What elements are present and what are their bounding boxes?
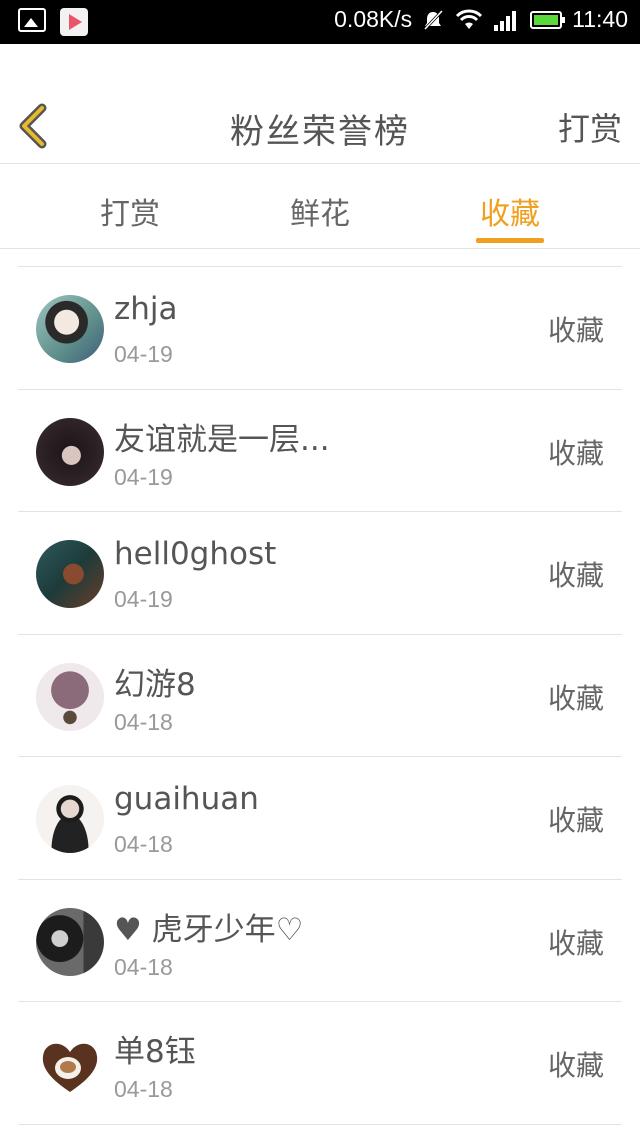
tab-reward[interactable]: 打赏	[80, 189, 180, 233]
list-item[interactable]: zhja 04-19 收藏	[18, 267, 622, 390]
fan-name: hell0ghost	[114, 536, 277, 572]
fan-date: 04-18	[114, 708, 173, 735]
status-indicators: 0.08K/s 11:40	[334, 6, 628, 33]
list-item[interactable]: 单8钰 04-18 收藏	[18, 1002, 622, 1125]
fan-date: 04-18	[114, 953, 173, 980]
wifi-icon	[456, 9, 483, 29]
tab-favorites[interactable]: 收藏	[460, 189, 560, 233]
tab-bar: 打赏 鲜花 收藏	[0, 165, 640, 249]
fan-date: 04-19	[114, 341, 173, 367]
fan-name: 幻游8	[114, 666, 196, 703]
fan-name: zhja	[114, 291, 178, 327]
network-speed: 0.08K/s	[334, 6, 413, 32]
favorite-label: 收藏	[547, 926, 604, 960]
battery-icon	[530, 10, 566, 29]
avatar	[36, 417, 104, 486]
fan-date: 04-18	[114, 1076, 173, 1102]
fan-name: 友谊就是一层...	[114, 421, 330, 458]
fan-name: 单8钰	[114, 1034, 196, 1070]
image-icon	[18, 8, 46, 32]
signal-icon	[494, 9, 520, 31]
fan-list[interactable]: zhja 04-19 收藏 友谊就是一层... 04-19 收藏 hell0gh…	[18, 266, 622, 1125]
fan-date: 04-18	[114, 831, 173, 857]
list-item[interactable]: hell0ghost 04-19 收藏	[18, 512, 622, 635]
fan-date: 04-19	[114, 586, 173, 612]
favorite-label: 收藏	[547, 1049, 604, 1082]
bell-muted-icon	[424, 9, 444, 30]
status-notifications	[18, 8, 88, 36]
avatar	[36, 540, 104, 608]
fan-name: ♥ 虎牙少年♡	[114, 911, 304, 948]
reward-button[interactable]: 打赏	[558, 104, 622, 150]
page-title: 粉丝荣誉榜	[230, 112, 410, 152]
favorite-label: 收藏	[547, 436, 604, 470]
active-tab-indicator	[476, 238, 544, 243]
avatar	[36, 785, 104, 853]
list-item[interactable]: 友谊就是一层... 04-19 收藏	[18, 390, 622, 512]
status-bar: 0.08K/s 11:40	[0, 0, 640, 44]
avatar	[36, 1030, 104, 1098]
app-header: 粉丝荣誉榜 打赏	[0, 44, 640, 164]
avatar	[36, 907, 104, 976]
play-store-icon	[60, 8, 88, 36]
coffee-heart-icon	[42, 1043, 98, 1092]
avatar	[36, 295, 104, 363]
tab-flowers[interactable]: 鲜花	[270, 189, 370, 233]
clock: 11:40	[572, 6, 628, 32]
fan-date: 04-19	[114, 463, 173, 490]
list-item[interactable]: ♥ 虎牙少年♡ 04-18 收藏	[18, 880, 622, 1002]
list-item[interactable]: 幻游8 04-18 收藏	[18, 635, 622, 757]
favorite-label: 收藏	[547, 804, 604, 837]
fan-name: guaihuan	[114, 781, 259, 817]
favorite-label: 收藏	[547, 314, 604, 347]
avatar	[36, 662, 104, 731]
list-item[interactable]: guaihuan 04-18 收藏	[18, 757, 622, 880]
favorite-label: 收藏	[547, 681, 604, 715]
favorite-label: 收藏	[547, 559, 604, 592]
